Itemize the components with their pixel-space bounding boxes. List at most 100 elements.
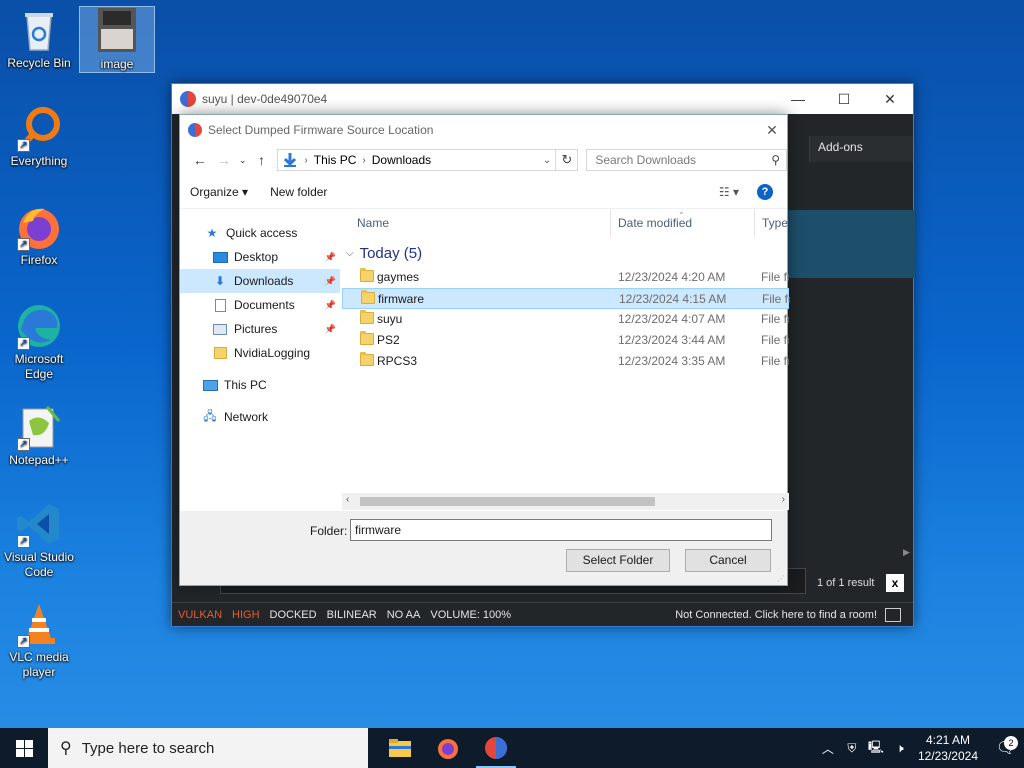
organize-menu-button[interactable]: Organize ▾: [190, 185, 248, 199]
nav-item-documents[interactable]: Documents 📌: [180, 293, 340, 317]
game-list-selected-row[interactable]: [788, 210, 915, 278]
status-gpu-accuracy[interactable]: HIGH: [232, 609, 260, 621]
pin-icon: 📌: [324, 323, 336, 334]
column-headers: Name ⌄ Date modified Type: [342, 207, 789, 237]
file-type: File folder: [762, 292, 790, 306]
suyu-window-title: suyu | dev-0de49070e4: [202, 92, 328, 106]
desktop-icon-vlc[interactable]: ↗ VLC media player: [1, 600, 77, 680]
desktop-icon-everything[interactable]: ↗ Everything: [1, 104, 77, 169]
multiplayer-room-status[interactable]: Not Connected. Click here to find a room…: [675, 609, 877, 621]
recent-locations-chevron-icon[interactable]: ⌄: [236, 155, 250, 166]
column-header-name[interactable]: Name: [357, 216, 389, 230]
status-anti-aliasing[interactable]: NO AA: [387, 609, 421, 621]
shortcut-arrow-icon: ↗: [17, 635, 30, 648]
notification-center-button[interactable]: 🗨 2: [988, 736, 1024, 758]
suyu-titlebar[interactable]: suyu | dev-0de49070e4 — ☐ ✕: [172, 84, 913, 114]
nav-item-label: Network: [224, 410, 269, 424]
address-bar[interactable]: › This PC › Downloads ⌄: [277, 149, 557, 171]
computer-icon: [202, 378, 218, 392]
status-volume[interactable]: VOLUME: 100%: [430, 609, 511, 621]
status-graphics-api[interactable]: VULKAN: [178, 609, 222, 621]
address-dropdown-icon[interactable]: ⌄: [537, 155, 555, 166]
up-arrow-icon[interactable]: ↑: [250, 152, 274, 168]
forward-arrow-icon[interactable]: →: [212, 152, 236, 168]
close-button[interactable]: ✕: [867, 84, 913, 114]
start-button[interactable]: [0, 728, 48, 768]
clear-filter-button[interactable]: x: [886, 574, 904, 592]
file-row-gaymes[interactable]: gaymes 12/23/2024 4:20 AM File folder: [342, 267, 789, 288]
status-dock-mode[interactable]: DOCKED: [270, 609, 317, 621]
taskbar-firefox[interactable]: [424, 728, 472, 768]
nav-item-desktop[interactable]: Desktop 📌: [180, 245, 340, 269]
taskbar-file-explorer[interactable]: [376, 728, 424, 768]
show-hidden-icons-chevron-icon[interactable]: ︿: [816, 740, 840, 757]
nav-item-pictures[interactable]: Pictures 📌: [180, 317, 340, 341]
column-header-type[interactable]: Type: [762, 216, 788, 230]
search-downloads-input[interactable]: Search Downloads ⚲: [586, 149, 787, 171]
folder-name-input[interactable]: firmware: [350, 519, 772, 541]
desktop-icon-label: VLC media player: [9, 650, 69, 679]
maximize-button[interactable]: ☐: [821, 84, 867, 114]
scrollbar-thumb[interactable]: [360, 497, 655, 506]
status-scaling-filter[interactable]: BILINEAR: [327, 609, 377, 621]
select-folder-button[interactable]: Select Folder: [566, 549, 670, 572]
dialog-titlebar[interactable]: Select Dumped Firmware Source Location ✕: [180, 115, 787, 145]
taskbar-search-placeholder: Type here to search: [81, 739, 215, 757]
file-row-ps2[interactable]: PS2 12/23/2024 3:44 AM File folder: [342, 330, 789, 351]
desktop-icon-vscode[interactable]: ↗ Visual Studio Code: [1, 500, 77, 580]
minimize-button[interactable]: —: [775, 84, 821, 114]
select-folder-dialog: Select Dumped Firmware Source Location ✕…: [179, 114, 790, 586]
horizontal-scrollbar[interactable]: ‹ ›: [342, 493, 789, 510]
desktop-icon-notepad-plus-plus[interactable]: ↗ Notepad++: [1, 403, 77, 468]
nav-item-downloads[interactable]: ⬇ Downloads 📌: [180, 269, 340, 293]
desktop-icon-firefox[interactable]: ↗ Firefox: [1, 203, 77, 268]
game-list-column-addons[interactable]: Add-ons: [809, 136, 913, 162]
volume-muted-icon[interactable]: 🕨: [888, 741, 912, 756]
column-header-date-modified[interactable]: Date modified: [618, 216, 692, 230]
group-header-today[interactable]: ⌵ Today (5): [342, 241, 789, 265]
nav-item-quick-access[interactable]: ★ Quick access: [180, 221, 340, 245]
help-icon[interactable]: ?: [757, 183, 773, 200]
taskbar-search-box[interactable]: ⚲ Type here to search: [48, 728, 368, 768]
clock-date: 12/23/2024: [917, 749, 978, 763]
scroll-left-arrow-icon[interactable]: ‹: [346, 494, 349, 505]
taskbar: ⚲ Type here to search ︿ ⛨ 🖳 🕨 4:21 AM 12…: [0, 728, 1024, 768]
file-row-firmware[interactable]: firmware 12/23/2024 4:15 AM File folder: [342, 288, 790, 309]
cancel-button[interactable]: Cancel: [685, 549, 771, 572]
breadcrumb-downloads[interactable]: Downloads: [372, 153, 431, 167]
network-status-icon[interactable]: [885, 607, 901, 622]
column-separator[interactable]: [610, 209, 611, 237]
downloads-folder-icon: [284, 153, 297, 167]
refresh-icon[interactable]: ↻: [556, 149, 579, 171]
nav-item-nvidialogging[interactable]: NvidiaLogging: [180, 341, 340, 365]
nav-item-label: This PC: [224, 378, 267, 392]
resize-grip-icon[interactable]: ⋰: [777, 574, 785, 583]
network-icon[interactable]: 🖳: [864, 738, 888, 759]
file-date: 12/23/2024 3:35 AM: [618, 354, 726, 368]
desktop-icon-image[interactable]: image: [79, 6, 155, 73]
file-row-rpcs3[interactable]: RPCS3 12/23/2024 3:35 AM File folder: [342, 351, 789, 372]
column-separator[interactable]: [754, 209, 755, 237]
file-row-suyu[interactable]: suyu 12/23/2024 4:07 AM File folder: [342, 309, 789, 330]
taskbar-clock[interactable]: 4:21 AM 12/23/2024: [912, 732, 988, 764]
scroll-right-arrow-icon[interactable]: ›: [782, 494, 785, 505]
shortcut-arrow-icon: ↗: [17, 535, 30, 548]
shortcut-arrow-icon: ↗: [17, 139, 30, 152]
desktop-icon-recycle-bin[interactable]: Recycle Bin: [1, 6, 77, 71]
file-date: 12/23/2024 4:07 AM: [618, 312, 726, 326]
security-icon[interactable]: ⛨: [840, 741, 864, 756]
new-folder-button[interactable]: New folder: [270, 185, 327, 199]
taskbar-suyu[interactable]: [472, 728, 520, 768]
view-options-icon[interactable]: ☷ ▾: [719, 185, 739, 199]
dialog-close-button[interactable]: ✕: [757, 122, 787, 139]
file-name: firmware: [378, 292, 425, 306]
file-type: File folder: [761, 270, 789, 284]
desktop-icon-edge[interactable]: ↗ Microsoft Edge: [1, 302, 77, 382]
nav-item-label: Documents: [234, 298, 295, 312]
nav-item-network[interactable]: 🖧 Network: [180, 405, 340, 429]
nav-item-this-pc[interactable]: This PC: [180, 373, 340, 397]
scroll-right-arrow-icon[interactable]: ▶: [903, 547, 910, 558]
breadcrumb-chevron-icon: ›: [362, 154, 366, 166]
breadcrumb-this-pc[interactable]: This PC: [314, 153, 357, 167]
back-arrow-icon[interactable]: ←: [188, 152, 212, 168]
